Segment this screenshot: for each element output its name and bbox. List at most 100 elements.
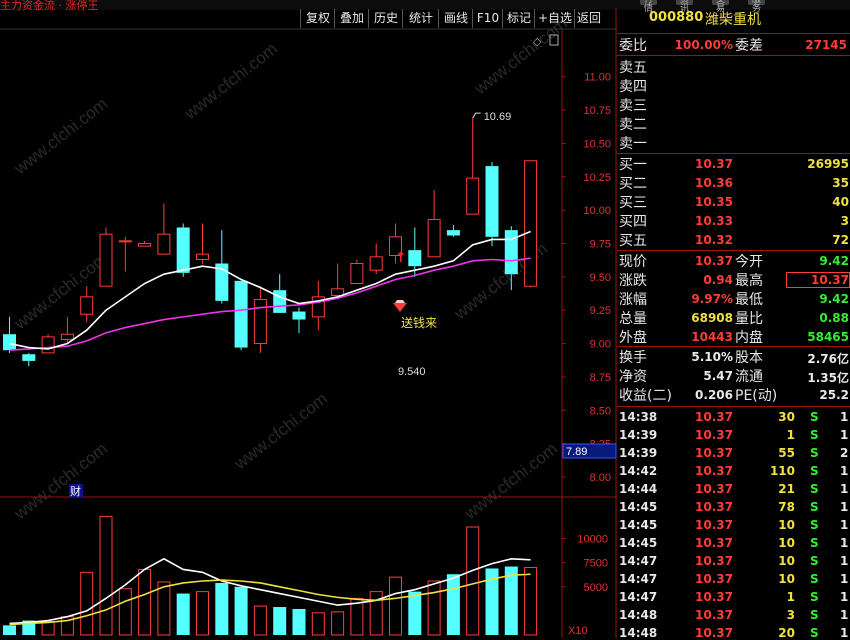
- tick-time: 14:45: [619, 536, 658, 550]
- buy-level-price: 10.36: [695, 176, 733, 190]
- tick-price: 10.37: [695, 446, 733, 460]
- candle-up: [99, 233, 113, 287]
- watermark-text: www.cfchi.com: [180, 39, 281, 124]
- tick-count: 1: [840, 464, 849, 478]
- top-tab[interactable]: 资讯: [676, 0, 694, 14]
- quote-value: 9.42: [819, 254, 849, 268]
- volume-bar-down: [215, 582, 229, 635]
- tick-price: 10.37: [695, 482, 733, 496]
- top-tab[interactable]: 服务: [748, 0, 766, 14]
- tick-count: 1: [840, 536, 849, 550]
- candle-up: [350, 263, 364, 285]
- candle-down: [446, 230, 460, 236]
- tick-volume: 10: [778, 536, 795, 550]
- marker-text: 送钱来: [401, 315, 437, 330]
- volume-bar-up: [41, 621, 55, 636]
- fund-label: 换手: [619, 350, 647, 366]
- fund-label: PE(动): [735, 388, 778, 404]
- buy-level-price: 10.37: [695, 157, 733, 171]
- fund-value: 5.47: [703, 369, 733, 383]
- quote-label: 外盘: [619, 330, 647, 346]
- tick-side: S: [810, 428, 819, 442]
- buy-level-label: 买四: [619, 214, 647, 230]
- toolbar-button-1[interactable]: 叠加: [334, 9, 369, 28]
- tick-side: S: [810, 536, 819, 550]
- buy-level-price: 10.32: [695, 233, 733, 247]
- toolbar-button-2[interactable]: 历史: [368, 9, 403, 28]
- tick-side: S: [810, 500, 819, 514]
- candle-up: [524, 160, 538, 287]
- fund-value: 1.35亿: [807, 371, 849, 385]
- tick-side: S: [810, 554, 819, 568]
- tick-time: 14:39: [619, 428, 658, 442]
- candle-up: [196, 253, 209, 260]
- divider: [617, 250, 850, 251]
- quote-label: 总量: [619, 311, 647, 327]
- tick-price: 10.37: [695, 572, 733, 586]
- top-tab[interactable]: 行情: [640, 0, 658, 14]
- quote-panel: 000880 潍柴重机 委比 100.00% 委差 27145 卖五 卖四 卖三 卖二…: [617, 8, 850, 640]
- price-axis-label: 10.25: [583, 172, 611, 184]
- diamond-gift-icon-top: [395, 300, 405, 303]
- quote-label: 量比: [735, 311, 763, 327]
- toolbar-button-5[interactable]: F10: [472, 9, 503, 28]
- price-axis-label: 11.00: [584, 72, 611, 84]
- volume-bar-up: [99, 515, 113, 636]
- top-tab[interactable]: 交易: [712, 0, 730, 14]
- tick-time: 14:45: [619, 500, 658, 514]
- tick-count: 1: [840, 572, 849, 586]
- candle-up: [369, 256, 383, 271]
- volume-bar-up: [253, 605, 267, 636]
- tick-price: 10.37: [695, 608, 733, 622]
- watermark-text: www.cfchi.com: [460, 439, 561, 524]
- price-axis-label: 8.75: [590, 372, 611, 384]
- toolbar-button-4[interactable]: 画线: [438, 9, 473, 28]
- volume-bar-up: [389, 576, 402, 636]
- candle-up: [466, 177, 480, 215]
- tick-volume: 3: [786, 608, 795, 622]
- tick-time: 14:48: [619, 608, 658, 622]
- candle-up: [118, 240, 132, 243]
- volume-bar-up: [118, 588, 132, 636]
- fund-label: 股本: [735, 350, 763, 366]
- candle-down: [273, 290, 287, 313]
- tick-price: 10.37: [695, 590, 733, 604]
- tick-count: 1: [840, 590, 849, 604]
- watermark-text: www.cfchi.com: [10, 439, 111, 524]
- toolbar-button-3[interactable]: 统计: [402, 9, 439, 28]
- tick-price: 10.37: [695, 500, 733, 514]
- candle-up: [41, 336, 55, 354]
- divider: [617, 55, 850, 56]
- fund-label: 收益(二): [619, 388, 672, 404]
- diamond-icon[interactable]: ◇: [533, 35, 542, 48]
- toolbar-button-0[interactable]: 复权: [300, 9, 335, 28]
- toolbar-button-8[interactable]: 返回: [574, 9, 603, 28]
- volume-bar-up: [196, 591, 209, 636]
- sell-level-label: 卖五: [619, 60, 647, 76]
- buy-level-volume: 26995: [807, 157, 849, 171]
- tick-time: 14:38: [619, 410, 658, 424]
- tick-time: 14:47: [619, 572, 658, 586]
- diamond-gift-icon[interactable]: [393, 303, 407, 312]
- price-axis-label: 9.00: [590, 339, 611, 351]
- volume-bar-up: [524, 567, 538, 636]
- candle-down: [3, 334, 16, 351]
- tick-volume: 78: [778, 500, 795, 514]
- weicha-value: 27145: [805, 38, 847, 52]
- toolbar-button-7[interactable]: +自选: [534, 9, 575, 28]
- volume-bar-up: [331, 611, 345, 636]
- candle-down: [22, 354, 36, 361]
- tick-count: 1: [840, 500, 849, 514]
- candle-up: [60, 333, 74, 341]
- kline-chart-area[interactable]: www.cfchi.com www.cfchi.com www.cfchi.com w…: [0, 0, 617, 638]
- weibi-label: 委比: [619, 38, 647, 54]
- tick-volume: 55: [778, 446, 795, 460]
- tick-count: 1: [840, 428, 849, 442]
- high-price-label: 10.69: [484, 111, 512, 123]
- buy-level-volume: 40: [832, 195, 849, 209]
- volume-axis-label: 5000: [584, 582, 608, 594]
- buy-level-volume: 72: [832, 233, 849, 247]
- tick-price: 10.37: [695, 554, 733, 568]
- toolbar-button-6[interactable]: 标记: [502, 9, 535, 28]
- tick-volume: 10: [778, 572, 795, 586]
